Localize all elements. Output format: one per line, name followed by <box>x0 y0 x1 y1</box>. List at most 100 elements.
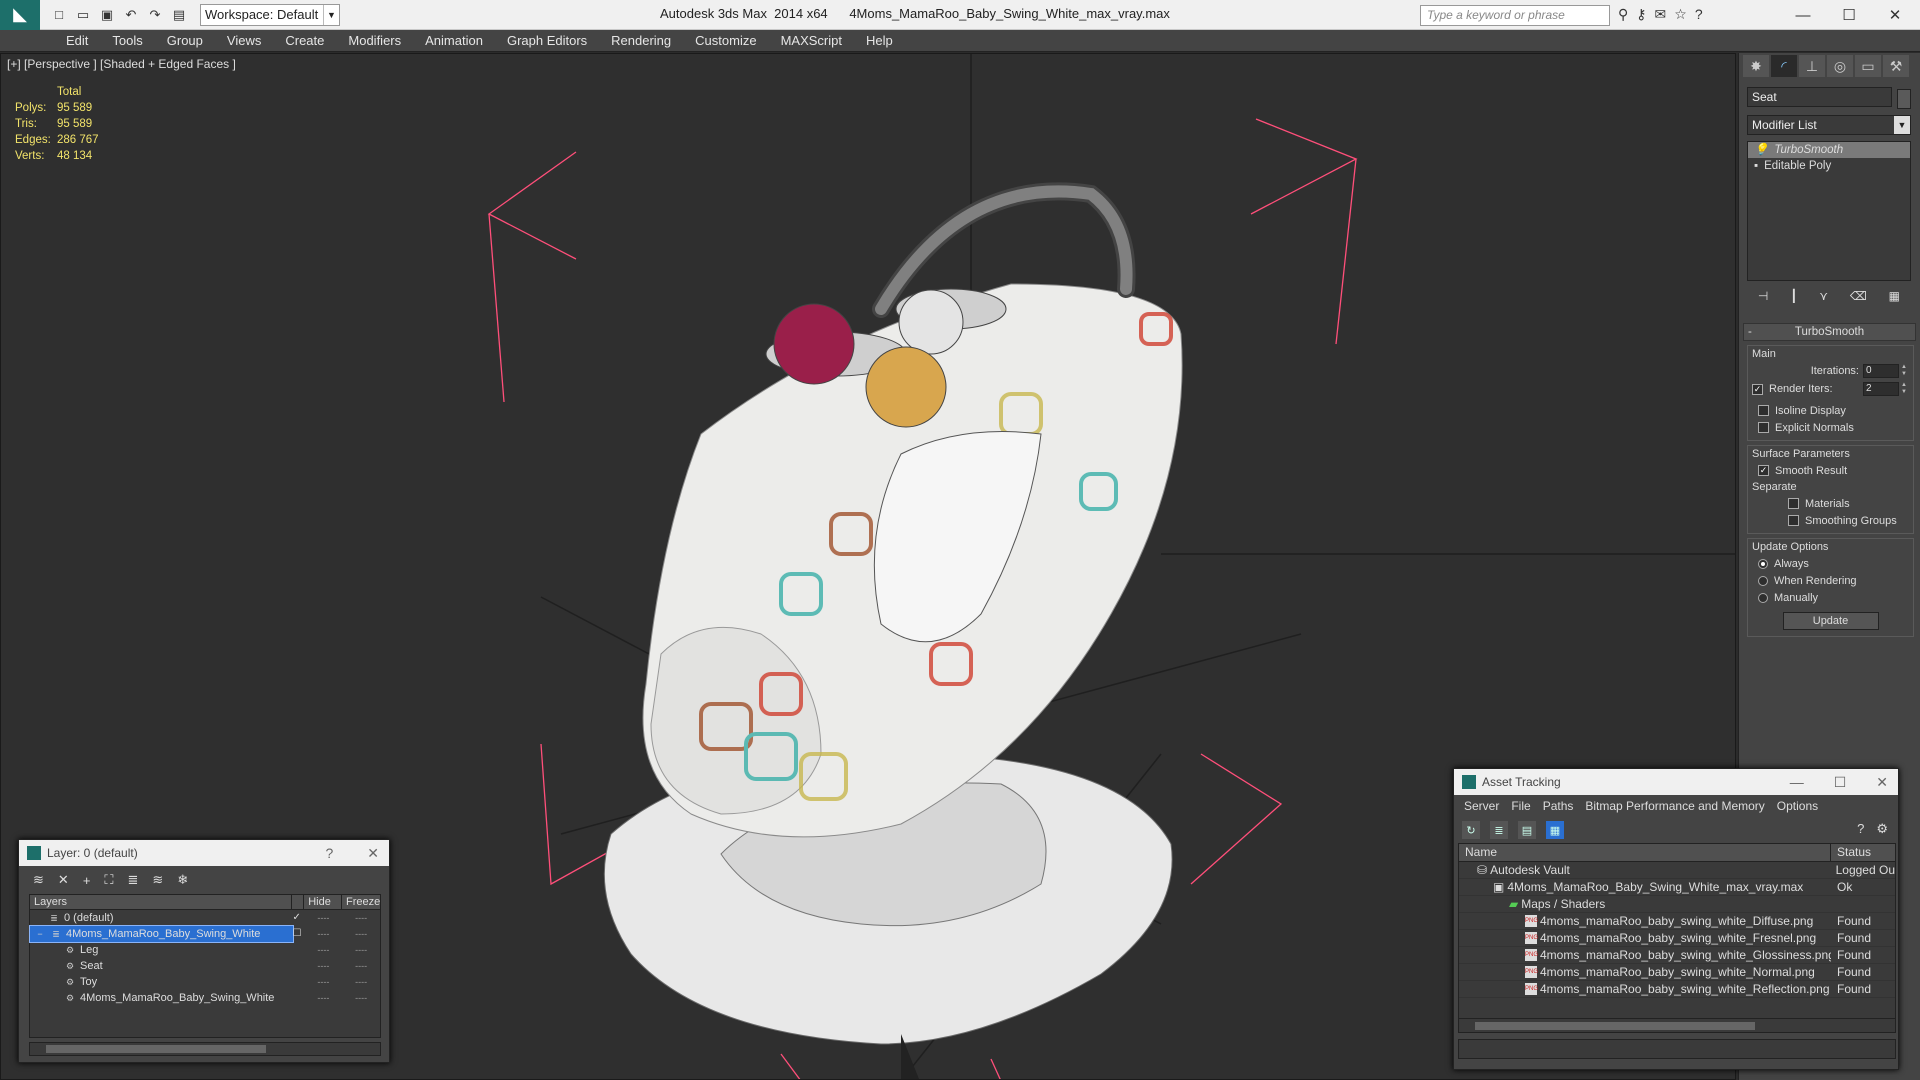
list-view-icon[interactable]: ≣ <box>1490 821 1508 839</box>
iterations-spinner[interactable]: 0 <box>1863 364 1899 378</box>
menu-maxscript[interactable]: MAXScript <box>769 33 854 48</box>
smooth-result-checkbox[interactable]: ✓ <box>1758 465 1769 476</box>
layer-row[interactable]: ≣ 0 (default) ✓ ---- ---- <box>30 910 380 926</box>
asset-row[interactable]: PNG 4moms_mamaRoo_baby_swing_white_Reflec… <box>1459 981 1895 998</box>
layer-row[interactable]: − ≣ 4Moms_MamaRoo_Baby_Swing_White ☐ ---- … <box>29 925 380 943</box>
table-view-icon[interactable]: ▦ <box>1546 821 1564 839</box>
configure-sets-icon[interactable]: ▦ <box>1889 289 1900 309</box>
object-name-field[interactable]: Seat <box>1747 87 1892 107</box>
add-to-layer-icon[interactable]: + <box>83 873 91 888</box>
close-icon[interactable]: ✕ <box>1876 774 1888 791</box>
subscription-icon[interactable]: ⚷ <box>1636 6 1646 23</box>
menu-edit[interactable]: Edit <box>54 33 100 48</box>
explicit-normals-checkbox[interactable] <box>1758 422 1769 433</box>
asset-row[interactable]: PNG 4moms_mamaRoo_baby_swing_white_Diffus… <box>1459 913 1895 930</box>
close-button[interactable]: ✕ <box>1872 0 1918 30</box>
spinner-arrows-icon[interactable]: ▲ ▼ <box>1899 382 1909 396</box>
help-icon[interactable]: ? <box>1695 6 1703 23</box>
app-menu-button[interactable]: ◣ <box>0 0 40 30</box>
asset-row[interactable]: ▰ Maps / Shaders <box>1459 896 1895 913</box>
collapse-icon[interactable]: − <box>34 926 46 942</box>
maximize-button[interactable]: ☐ <box>1826 0 1872 30</box>
menu-file[interactable]: File <box>1505 799 1536 813</box>
save-icon[interactable]: ▣ <box>98 6 116 24</box>
asset-dialog-title-bar[interactable]: Asset Tracking — ☐ ✕ <box>1454 769 1898 795</box>
make-unique-icon[interactable]: ⋎ <box>1819 289 1828 309</box>
modifier-list-dropdown[interactable]: Modifier List ▼ <box>1747 115 1911 135</box>
detail-view-icon[interactable]: ▤ <box>1518 821 1536 839</box>
communication-icon[interactable]: ✉ <box>1655 6 1667 23</box>
motion-tab-icon[interactable]: ◎ <box>1827 55 1853 77</box>
open-icon[interactable]: ▭ <box>74 6 92 24</box>
help-icon[interactable]: ? <box>325 845 333 862</box>
menu-rendering[interactable]: Rendering <box>599 33 683 48</box>
materials-checkbox[interactable] <box>1788 498 1799 509</box>
col-name[interactable]: Name <box>1459 844 1831 861</box>
update-always-row[interactable]: Always <box>1752 555 1909 572</box>
scroll-thumb[interactable] <box>1475 1022 1755 1030</box>
smoothing-groups-checkbox[interactable] <box>1788 515 1799 526</box>
menu-server[interactable]: Server <box>1458 799 1505 813</box>
menu-views[interactable]: Views <box>215 33 273 48</box>
layer-dialog-title-bar[interactable]: Layer: 0 (default) ? ✕ <box>19 840 389 866</box>
menu-create[interactable]: Create <box>273 33 336 48</box>
minimize-icon[interactable]: — <box>1790 774 1804 791</box>
object-color-swatch[interactable] <box>1897 89 1911 109</box>
layer-row[interactable]: ⚙ 4Moms_MamaRoo_Baby_Swing_White ---- ---… <box>30 990 380 1006</box>
menu-options[interactable]: Options <box>1771 799 1824 813</box>
isoline-display-checkbox[interactable] <box>1758 405 1769 416</box>
asset-row[interactable]: PNG 4moms_mamaRoo_baby_swing_white_Glossi… <box>1459 947 1895 964</box>
lightbulb-icon[interactable]: 💡 <box>1754 142 1768 158</box>
highlight-layer-icon[interactable]: ≣ <box>128 872 139 888</box>
always-radio[interactable] <box>1758 558 1768 569</box>
col-freeze[interactable]: Freeze <box>342 895 380 909</box>
pin-stack-icon[interactable]: ⊣ <box>1758 289 1768 309</box>
favorites-star-icon[interactable]: ☆ <box>1674 6 1687 23</box>
undo-icon[interactable]: ↶ <box>122 6 140 24</box>
menu-help[interactable]: Help <box>854 33 905 48</box>
asset-row[interactable]: PNG 4moms_mamaRoo_baby_swing_white_Fresne… <box>1459 930 1895 947</box>
isoline-display-row[interactable]: Isoline Display <box>1752 402 1909 419</box>
col-hide[interactable]: Hide <box>304 895 342 909</box>
modify-tab-icon[interactable]: ◜ <box>1771 55 1797 77</box>
menu-group[interactable]: Group <box>155 33 215 48</box>
menu-customize[interactable]: Customize <box>683 33 768 48</box>
stack-item-turbosmooth[interactable]: 💡 TurboSmooth <box>1748 142 1910 158</box>
delete-layer-icon[interactable]: ✕ <box>58 872 69 888</box>
scroll-thumb[interactable] <box>46 1045 266 1053</box>
minimize-button[interactable]: — <box>1780 0 1826 30</box>
expand-icon[interactable]: ▪ <box>1754 158 1758 174</box>
update-manually-row[interactable]: Manually <box>1752 589 1909 606</box>
help-icon[interactable]: ? <box>1857 821 1864 837</box>
spinner-arrows-icon[interactable]: ▲ ▼ <box>1899 364 1909 378</box>
menu-animation[interactable]: Animation <box>413 33 495 48</box>
viewport-label[interactable]: [+] [Perspective ] [Shaded + Edged Faces… <box>7 57 236 71</box>
turbosmooth-rollout-header[interactable]: - TurboSmooth <box>1743 323 1916 341</box>
update-when-rendering-row[interactable]: When Rendering <box>1752 572 1909 589</box>
menu-tools[interactable]: Tools <box>100 33 154 48</box>
project-folder-icon[interactable]: ▤ <box>170 6 188 24</box>
set-current-layer-icon[interactable]: ☐ <box>293 926 305 942</box>
materials-row[interactable]: Materials <box>1752 495 1909 512</box>
menu-bitmap-performance[interactable]: Bitmap Performance and Memory <box>1579 799 1770 813</box>
menu-graph-editors[interactable]: Graph Editors <box>495 33 599 48</box>
menu-paths[interactable]: Paths <box>1537 799 1580 813</box>
col-status[interactable]: Status <box>1831 844 1871 861</box>
update-button[interactable]: Update <box>1782 612 1879 630</box>
asset-row[interactable]: ▣ 4Moms_MamaRoo_Baby_Swing_White_max_vray… <box>1459 879 1895 896</box>
freeze-all-icon[interactable]: ❄ <box>177 872 188 888</box>
render-iters-checkbox[interactable]: ✓ <box>1752 383 1763 395</box>
utilities-tab-icon[interactable]: ⚒ <box>1883 55 1909 77</box>
binoculars-icon[interactable]: ⚲ <box>1618 6 1628 23</box>
redo-icon[interactable]: ↷ <box>146 6 164 24</box>
explicit-normals-row[interactable]: Explicit Normals <box>1752 419 1909 436</box>
stack-item-editable-poly[interactable]: ▪ Editable Poly <box>1748 158 1910 174</box>
display-tab-icon[interactable]: ▭ <box>1855 55 1881 77</box>
layer-row[interactable]: ⚙ Toy ---- ---- <box>30 974 380 990</box>
horizontal-scrollbar[interactable] <box>29 1042 381 1056</box>
menu-modifiers[interactable]: Modifiers <box>336 33 413 48</box>
search-input[interactable]: Type a keyword or phrase <box>1420 5 1610 26</box>
manually-radio[interactable] <box>1758 592 1768 603</box>
select-objects-icon[interactable]: ⛶ <box>104 872 113 888</box>
close-icon[interactable]: ✕ <box>367 845 379 862</box>
